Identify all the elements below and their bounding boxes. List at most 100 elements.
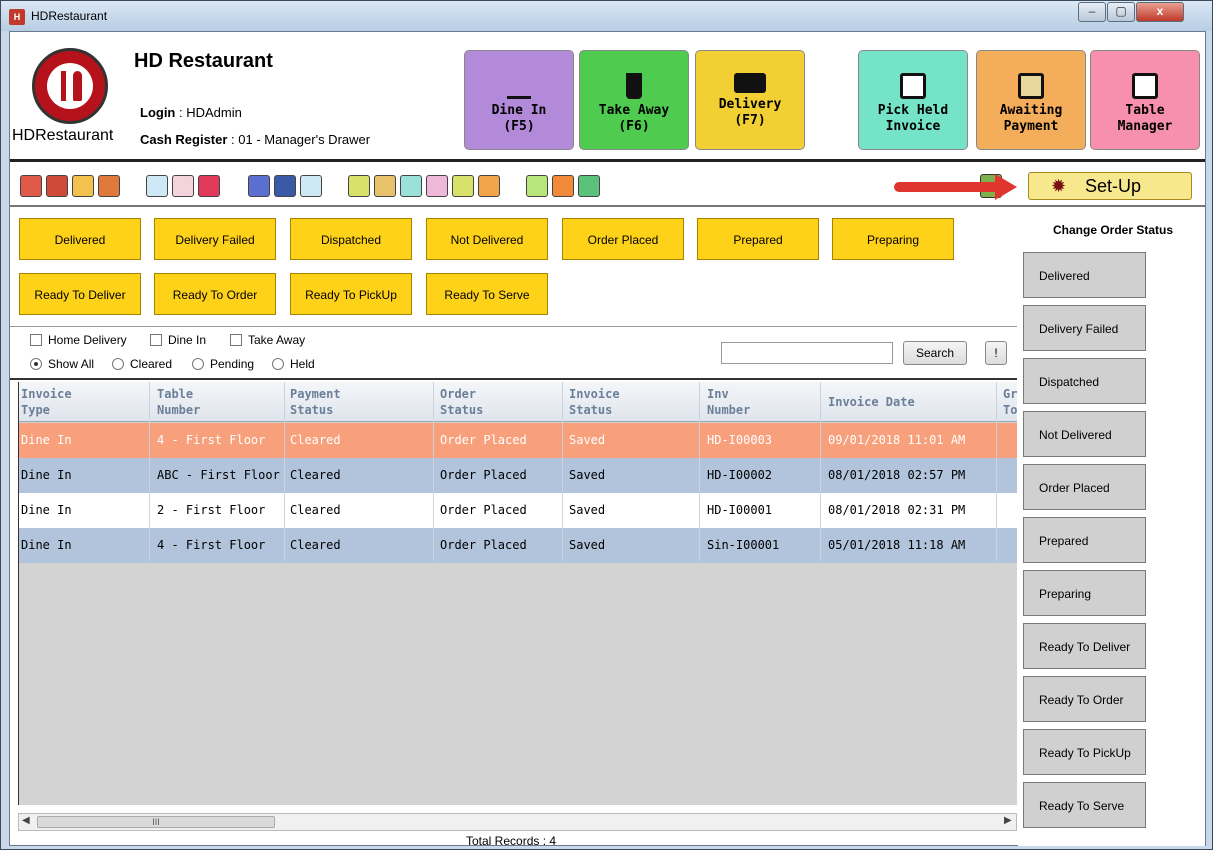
dine-in-checkbox[interactable]	[150, 334, 162, 346]
pointer-arrow	[894, 182, 1000, 192]
change-status-order-placed[interactable]: Order Placed	[1023, 464, 1146, 510]
home-delivery-checkbox[interactable]	[30, 334, 42, 346]
search-button[interactable]: Search	[903, 341, 967, 365]
change-status-ready-to-deliver[interactable]: Ready To Deliver	[1023, 623, 1146, 669]
cleared-radio[interactable]	[112, 358, 124, 370]
held-radio[interactable]	[272, 358, 284, 370]
scroll-thumb[interactable]: III	[37, 816, 275, 828]
close-button[interactable]: x	[1136, 2, 1184, 22]
login-info: Login : HDAdmin	[140, 105, 242, 120]
edit-icon[interactable]	[374, 175, 396, 197]
status-not-delivered[interactable]: Not Delivered	[426, 218, 548, 260]
column-divider	[562, 382, 563, 561]
scroll-left-icon[interactable]: ◀	[22, 815, 30, 826]
table-list-icon[interactable]	[172, 175, 194, 197]
purchase-icon[interactable]	[452, 175, 474, 197]
col-invoice-status[interactable]: Invoice Status	[569, 386, 620, 418]
change-status-ready-to-order[interactable]: Ready To Order	[1023, 676, 1146, 722]
layout-icon[interactable]	[300, 175, 322, 197]
clear-search-button[interactable]: !	[985, 341, 1007, 365]
table-manager-icon	[1132, 73, 1158, 99]
change-status-not-delivered[interactable]: Not Delivered	[1023, 411, 1146, 457]
column-divider	[820, 382, 821, 561]
search-input[interactable]	[721, 342, 893, 364]
pick-held-invoice-button[interactable]: Pick Held Invoice	[858, 50, 968, 150]
awaiting-payment-button[interactable]: Awaiting Payment	[976, 50, 1086, 150]
status-ready-to-serve[interactable]: Ready To Serve	[426, 273, 548, 315]
status-delivery-failed[interactable]: Delivery Failed	[154, 218, 276, 260]
total-records: Total Records : 4	[466, 834, 557, 848]
app-window: H HDRestaurant – ▢ x HDRestaurant HD Res…	[0, 0, 1213, 850]
pending-radio[interactable]	[192, 358, 204, 370]
home-delivery-label: Home Delivery	[48, 333, 127, 347]
customer-icon[interactable]	[578, 175, 600, 197]
calendar-icon[interactable]	[478, 175, 500, 197]
table-row[interactable]: Dine In 4 - First Floor Cleared Order Place…	[19, 423, 1017, 458]
dine-in-button[interactable]: Dine In (F5)	[464, 50, 574, 150]
category-icon[interactable]	[46, 175, 68, 197]
cash-icon[interactable]	[526, 175, 548, 197]
chat-icon[interactable]	[72, 175, 94, 197]
table-manager-button[interactable]: Table Manager	[1090, 50, 1200, 150]
status-preparing[interactable]: Preparing	[832, 218, 954, 260]
column-divider	[996, 382, 997, 561]
col-grand-total[interactable]: GraTot	[1003, 386, 1017, 418]
status-dispatched[interactable]: Dispatched	[290, 218, 412, 260]
status-ready-to-deliver[interactable]: Ready To Deliver	[19, 273, 141, 315]
change-status-prepared[interactable]: Prepared	[1023, 517, 1146, 563]
col-payment-status[interactable]: Payment Status	[290, 386, 341, 418]
change-status-dispatched[interactable]: Dispatched	[1023, 358, 1146, 404]
cleared-label: Cleared	[130, 357, 173, 371]
company-name: HD Restaurant	[134, 50, 273, 72]
change-status-ready-to-serve[interactable]: Ready To Serve	[1023, 782, 1146, 828]
status-ready-to-pickup[interactable]: Ready To PickUp	[290, 273, 412, 315]
title-bar[interactable]: H HDRestaurant – ▢ x	[1, 1, 1212, 31]
status-prepared[interactable]: Prepared	[697, 218, 819, 260]
horizontal-scrollbar[interactable]: ◀ III ▶	[18, 813, 1017, 831]
cash-register-info: Cash Register : 01 - Manager's Drawer	[140, 132, 371, 147]
app-icon: H	[9, 9, 25, 25]
col-inv-number[interactable]: Inv Number	[707, 386, 750, 418]
menu-icon[interactable]	[20, 175, 42, 197]
status-ready-to-order[interactable]: Ready To Order	[154, 273, 276, 315]
col-order-status[interactable]: Order Status	[440, 386, 483, 418]
column-divider	[433, 382, 434, 561]
col-invoice-date[interactable]: Invoice Date	[828, 394, 915, 410]
take-away-checkbox[interactable]	[230, 334, 242, 346]
setup-button[interactable]: ✹ Set-Up	[1028, 172, 1192, 200]
column-divider	[699, 382, 700, 561]
invoice-edit-icon[interactable]	[426, 175, 448, 197]
col-invoice-type[interactable]: Invoice Type	[21, 386, 72, 418]
take-away-button[interactable]: Take Away (F6)	[579, 50, 689, 150]
minimize-button[interactable]: –	[1078, 2, 1106, 22]
grid-header: Invoice Type Table Number Payment Status Or…	[19, 382, 1017, 422]
delivery-report-icon[interactable]	[274, 175, 296, 197]
change-status-ready-to-pickup[interactable]: Ready To PickUp	[1023, 729, 1146, 775]
app-header: HDRestaurant HD Restaurant Login : HDAdm…	[10, 32, 1205, 162]
change-status-preparing[interactable]: Preparing	[1023, 570, 1146, 616]
floor-icon[interactable]	[198, 175, 220, 197]
change-status-delivery-failed[interactable]: Delivery Failed	[1023, 305, 1146, 351]
pointer-arrow-head	[995, 174, 1017, 200]
user-list-icon[interactable]	[98, 175, 120, 197]
terminal-icon[interactable]	[348, 175, 370, 197]
scroll-right-icon[interactable]: ▶	[1004, 815, 1012, 826]
report-icon[interactable]	[248, 175, 270, 197]
cart-icon[interactable]	[400, 175, 422, 197]
show-all-radio[interactable]	[30, 358, 42, 370]
maximize-button[interactable]: ▢	[1107, 2, 1135, 22]
held-label: Held	[290, 357, 315, 371]
add-table-icon[interactable]	[146, 175, 168, 197]
status-order-placed[interactable]: Order Placed	[562, 218, 684, 260]
invoice-icon	[900, 73, 926, 99]
delivery-button[interactable]: Delivery (F7)	[695, 50, 805, 150]
refund-icon[interactable]	[552, 175, 574, 197]
client-area: HDRestaurant HD Restaurant Login : HDAdm…	[9, 31, 1206, 848]
status-delivered[interactable]: Delivered	[19, 218, 141, 260]
table-row[interactable]: Dine In ABC - First Floor Cleared Order Pla…	[19, 458, 1017, 493]
filter-bar: Home Delivery Dine In Take Away Show All…	[10, 328, 1017, 380]
table-row[interactable]: Dine In 4 - First Floor Cleared Order Place…	[19, 528, 1017, 563]
table-row[interactable]: Dine In 2 - First Floor Cleared Order Place…	[19, 493, 1017, 528]
col-table-number[interactable]: Table Number	[157, 386, 200, 418]
change-status-delivered[interactable]: Delivered	[1023, 252, 1146, 298]
